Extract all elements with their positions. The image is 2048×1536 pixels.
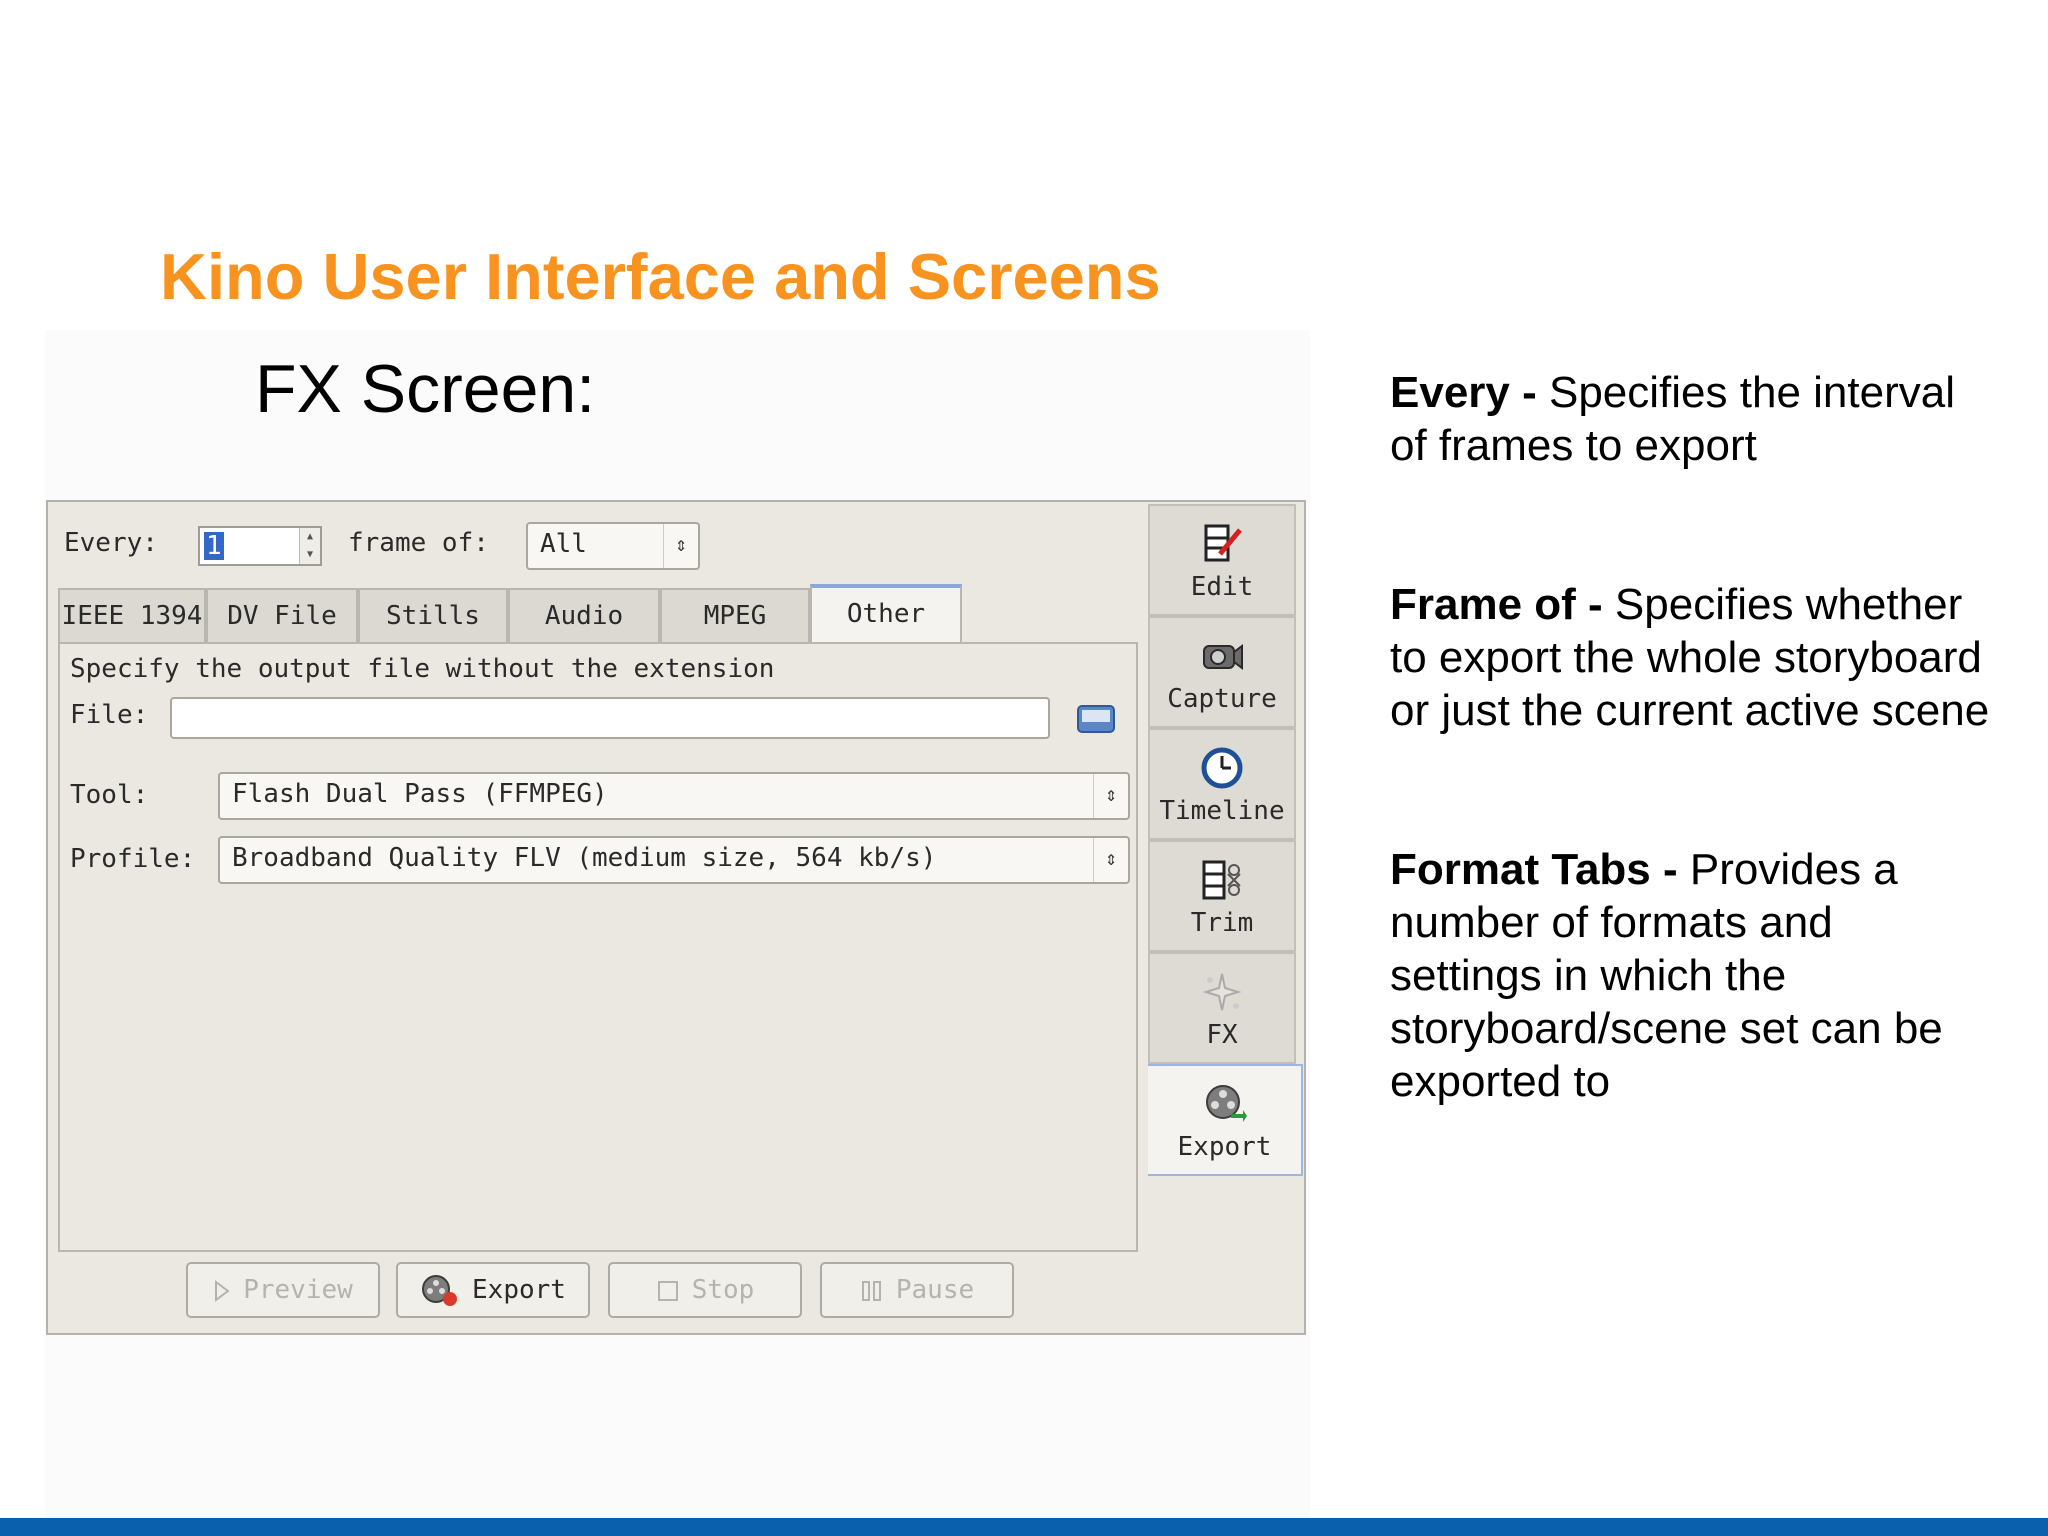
- preview-label: Preview: [243, 1275, 353, 1305]
- stop-button[interactable]: Stop: [608, 1262, 802, 1318]
- tool-label: Tool:: [70, 780, 149, 810]
- slide-title: Kino User Interface and Screens: [160, 240, 1161, 313]
- stop-label: Stop: [691, 1275, 755, 1305]
- sidebar-label-trim: Trim: [1190, 908, 1254, 938]
- note-every: Every - Specifies the interval of frames…: [1390, 366, 1990, 472]
- output-hint: Specify the output file without the exte…: [70, 654, 775, 684]
- note-format-tabs: Format Tabs - Provides a number of forma…: [1390, 843, 1990, 1108]
- frame-of-select[interactable]: All ⇕: [526, 522, 700, 570]
- tab-dv-file[interactable]: DV File: [206, 588, 358, 644]
- every-label: Every:: [64, 528, 158, 558]
- sidebar-label-export: Export: [1177, 1132, 1272, 1162]
- pause-button[interactable]: Pause: [820, 1262, 1014, 1318]
- pause-icon: [861, 1280, 881, 1301]
- select-arrows-icon: ⇕: [1093, 838, 1128, 882]
- edit-icon: [1204, 524, 1242, 562]
- export-reel-icon: [1205, 1085, 1247, 1122]
- clock-icon: [1201, 747, 1243, 789]
- tab-audio[interactable]: Audio: [508, 588, 660, 644]
- sidebar-item-timeline[interactable]: Timeline: [1148, 728, 1296, 840]
- tab-ieee1394[interactable]: IEEE 1394: [58, 588, 206, 644]
- slide-subtitle: FX Screen:: [255, 351, 596, 427]
- tool-value: Flash Dual Pass (FFMPEG): [232, 779, 608, 809]
- sidebar-item-fx[interactable]: FX: [1148, 952, 1296, 1064]
- sidebar-label-edit: Edit: [1190, 572, 1254, 602]
- sidebar-label-fx: FX: [1206, 1020, 1238, 1050]
- notes-panel: Every - Specifies the interval of frames…: [1390, 366, 1990, 1108]
- file-label: File:: [70, 700, 149, 730]
- select-arrows-icon: ⇕: [663, 524, 698, 568]
- bottom-bar: [0, 1518, 2048, 1536]
- profile-value: Broadband Quality FLV (medium size, 564 …: [232, 843, 937, 873]
- export-label: Export: [472, 1275, 566, 1305]
- sidebar-item-edit[interactable]: Edit: [1148, 504, 1296, 616]
- profile-label: Profile:: [70, 844, 196, 874]
- frame-of-value: All: [540, 529, 587, 559]
- profile-select[interactable]: Broadband Quality FLV (medium size, 564 …: [218, 836, 1130, 884]
- play-icon: [215, 1279, 230, 1302]
- tab-mpeg[interactable]: MPEG: [660, 588, 810, 644]
- tab-stills[interactable]: Stills: [358, 588, 508, 644]
- tool-select[interactable]: Flash Dual Pass (FFMPEG) ⇕: [218, 772, 1130, 820]
- every-value: 1: [204, 531, 224, 561]
- sidebar-item-capture[interactable]: Capture: [1148, 616, 1296, 728]
- spin-arrows[interactable]: ▲ ▼: [299, 528, 320, 564]
- sidebar-label-timeline: Timeline: [1159, 796, 1285, 826]
- preview-button[interactable]: Preview: [186, 1262, 380, 1318]
- note-term: Frame of -: [1390, 580, 1603, 629]
- frame-of-label: frame of:: [348, 528, 489, 558]
- mode-sidebar: Edit Capture Timeline Trim FX Export: [1148, 502, 1303, 1333]
- select-arrows-icon: ⇕: [1093, 774, 1128, 818]
- pause-label: Pause: [895, 1275, 975, 1305]
- folder-icon[interactable]: [1076, 702, 1116, 736]
- export-reel-icon: [422, 1274, 458, 1306]
- file-input[interactable]: [170, 697, 1050, 739]
- note-term: Every -: [1390, 368, 1537, 417]
- every-spinbox[interactable]: 1 ▲ ▼: [198, 526, 322, 566]
- stop-icon: [657, 1280, 678, 1301]
- export-button[interactable]: Export: [396, 1262, 590, 1318]
- tab-other[interactable]: Other: [810, 584, 962, 644]
- sidebar-label-capture: Capture: [1167, 684, 1277, 714]
- sparkle-icon: [1202, 973, 1242, 1011]
- sidebar-item-export[interactable]: Export: [1148, 1064, 1303, 1176]
- note-frame-of: Frame of - Specifies whether to export t…: [1390, 578, 1990, 737]
- sidebar-item-trim[interactable]: Trim: [1148, 840, 1296, 952]
- camera-icon: [1203, 644, 1243, 670]
- kino-export-window: Every: 1 ▲ ▼ frame of: All ⇕ IEEE 1394 DV…: [46, 500, 1306, 1335]
- note-term: Format Tabs -: [1390, 845, 1678, 894]
- trim-icon: [1202, 860, 1241, 900]
